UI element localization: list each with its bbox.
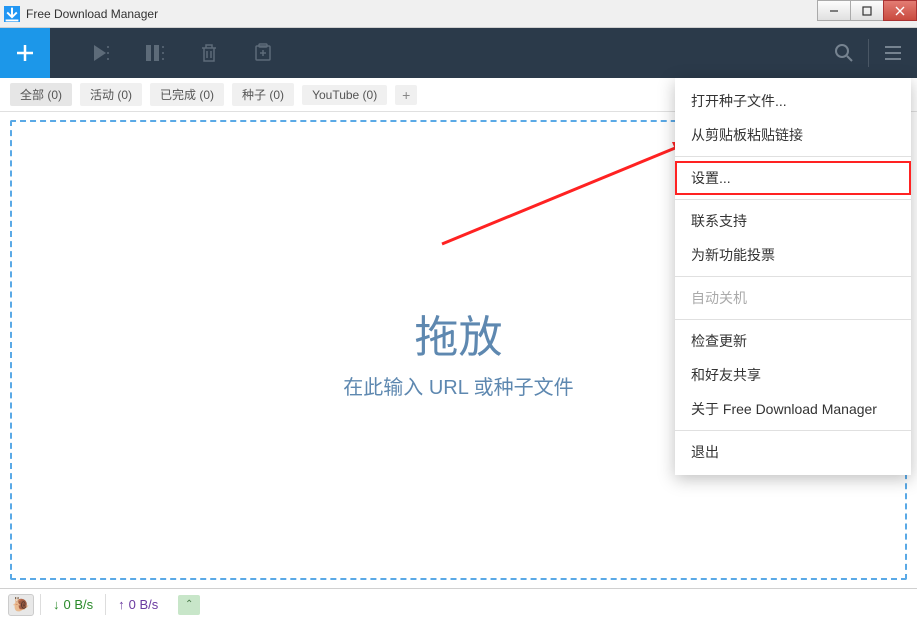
add-tab-button[interactable]: + (395, 85, 417, 105)
tab-all[interactable]: 全部 (0) (10, 83, 72, 106)
window-title: Free Download Manager (26, 7, 158, 21)
down-speed-value: 0 B/s (64, 597, 94, 612)
drop-title: 拖放 (415, 301, 503, 365)
minimize-button[interactable] (817, 0, 851, 21)
up-arrow-icon: ↑ (118, 597, 125, 612)
window-titlebar: Free Download Manager (0, 0, 917, 28)
snail-mode-icon[interactable]: 🐌 (8, 594, 34, 616)
search-button[interactable] (820, 28, 868, 78)
add-download-button[interactable] (0, 28, 50, 78)
tab-completed[interactable]: 已完成 (0) (150, 83, 224, 106)
maximize-button[interactable] (850, 0, 884, 21)
drop-subtitle: 在此输入 URL 或种子文件 (343, 371, 573, 400)
menu-separator (675, 276, 911, 277)
menu-contact-support[interactable]: 联系支持 (675, 204, 911, 238)
menu-auto-shutdown[interactable]: 自动关机 (675, 281, 911, 315)
menu-separator (675, 199, 911, 200)
menu-settings[interactable]: 设置... (675, 161, 911, 195)
window-controls (818, 0, 917, 21)
tab-youtube[interactable]: YouTube (0) (302, 85, 387, 105)
download-speed[interactable]: ↓ 0 B/s (40, 594, 105, 615)
menu-paste-link[interactable]: 从剪贴板粘贴链接 (675, 118, 911, 152)
status-bar: 🐌 ↓ 0 B/s ↑ 0 B/s ⌃ (0, 588, 917, 620)
tab-active[interactable]: 活动 (0) (80, 83, 142, 106)
menu-open-torrent[interactable]: 打开种子文件... (675, 84, 911, 118)
menu-check-update[interactable]: 检查更新 (675, 324, 911, 358)
tab-torrents[interactable]: 种子 (0) (232, 83, 294, 106)
close-button[interactable] (883, 0, 917, 21)
upload-speed[interactable]: ↑ 0 B/s (105, 594, 170, 615)
start-button[interactable] (74, 28, 128, 78)
main-toolbar (0, 28, 917, 78)
folder-button[interactable] (236, 28, 290, 78)
pause-button[interactable] (128, 28, 182, 78)
menu-separator (675, 430, 911, 431)
main-context-menu: 打开种子文件... 从剪贴板粘贴链接 设置... 联系支持 为新功能投票 自动关… (675, 78, 911, 475)
up-speed-value: 0 B/s (129, 597, 159, 612)
menu-share[interactable]: 和好友共享 (675, 358, 911, 392)
menu-about[interactable]: 关于 Free Download Manager (675, 392, 911, 426)
hamburger-menu-button[interactable] (869, 28, 917, 78)
menu-exit[interactable]: 退出 (675, 435, 911, 469)
menu-separator (675, 156, 911, 157)
app-icon (4, 6, 20, 22)
down-arrow-icon: ↓ (53, 597, 60, 612)
menu-separator (675, 319, 911, 320)
delete-button[interactable] (182, 28, 236, 78)
menu-vote-features[interactable]: 为新功能投票 (675, 238, 911, 272)
collapse-toggle[interactable]: ⌃ (178, 595, 200, 615)
